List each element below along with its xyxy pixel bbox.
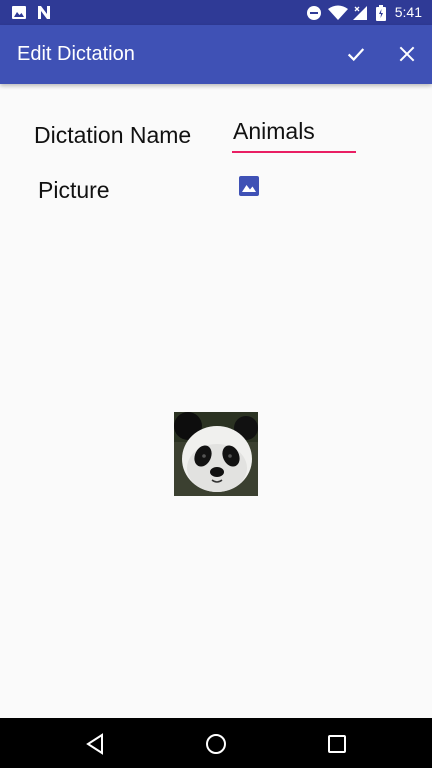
status-time: 5:41: [394, 4, 422, 20]
close-button[interactable]: [391, 38, 423, 70]
dictation-name-input[interactable]: Animals: [232, 118, 356, 154]
recents-icon[interactable]: [324, 731, 350, 757]
input-underline: [232, 151, 356, 153]
choose-picture-button[interactable]: [239, 176, 259, 196]
home-icon[interactable]: [203, 731, 229, 757]
panda-image: [174, 412, 258, 496]
confirm-button[interactable]: [340, 38, 372, 70]
battery-icon: [376, 5, 386, 21]
image-notification-icon: [12, 6, 26, 19]
app-bar: Edit Dictation: [0, 25, 432, 84]
image-icon: [239, 176, 259, 196]
signal-icon: [353, 6, 367, 20]
close-icon: [399, 46, 415, 62]
picture-label: Picture: [38, 177, 110, 203]
dictation-name-label: Dictation Name: [34, 122, 192, 148]
navigation-bar: [0, 718, 432, 768]
check-icon: [347, 48, 365, 62]
wifi-icon: [328, 5, 348, 20]
status-bar: 5:41: [0, 0, 432, 25]
dictation-name-value: Animals: [233, 118, 315, 144]
n-notification-icon: [38, 6, 50, 19]
back-icon[interactable]: [82, 731, 108, 757]
dnd-icon: [307, 6, 321, 20]
page-title: Edit Dictation: [17, 43, 135, 65]
